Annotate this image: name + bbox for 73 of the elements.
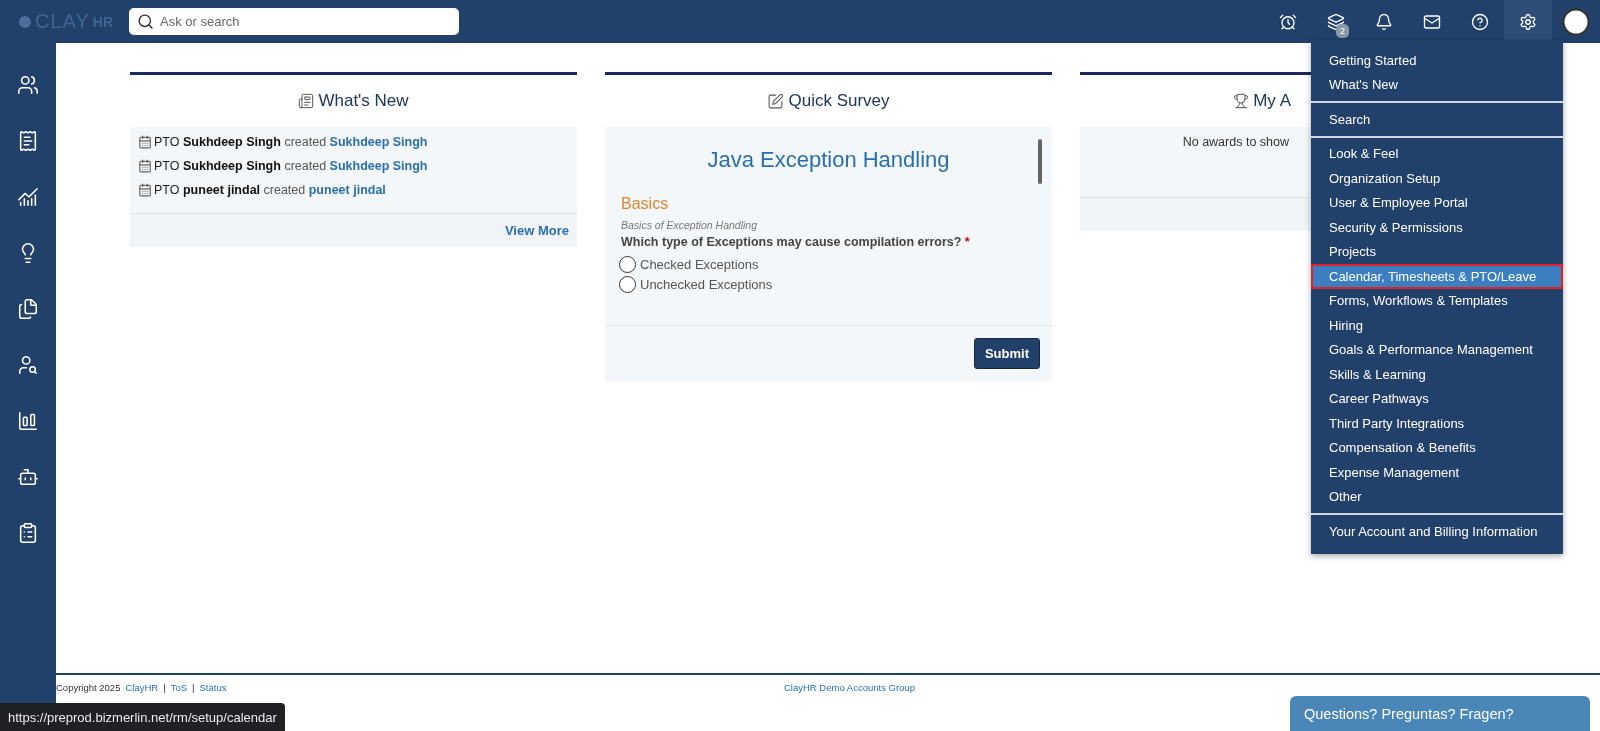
option-label: Checked Exceptions — [640, 256, 759, 272]
footer-link[interactable]: Status — [199, 682, 227, 693]
menu-item[interactable]: What's New — [1311, 72, 1563, 97]
trophy-icon — [1233, 93, 1250, 109]
count-badge: 2 — [1336, 24, 1349, 38]
menu-item[interactable]: Search — [1311, 107, 1563, 132]
bar-chart-icon — [17, 410, 39, 432]
feed-entry: PTO puneet jindal created puneet jindal — [154, 183, 386, 197]
section-title: Basics — [621, 195, 670, 213]
menu-item[interactable]: Projects — [1311, 239, 1563, 264]
menu-item[interactable]: User & Employee Portal — [1311, 190, 1563, 215]
scrollbar-thumb[interactable] — [1038, 139, 1042, 184]
menu-item[interactable]: Organization Setup — [1311, 166, 1563, 191]
menu-item[interactable]: Calendar, Timesheets & PTO/Leave — [1311, 264, 1563, 289]
calendar-icon — [138, 183, 152, 197]
user-search-icon — [17, 354, 39, 376]
radio-button[interactable] — [619, 275, 636, 293]
newspaper-icon — [298, 93, 315, 109]
menu-item[interactable]: Compensation & Benefits — [1311, 435, 1563, 460]
option-label: Unchecked Exceptions — [640, 276, 773, 292]
survey-title: Java Exception Handling — [706, 147, 951, 173]
calendar-icon — [138, 135, 152, 149]
menu-item[interactable]: Getting Started — [1311, 48, 1563, 73]
menu-item[interactable]: Other — [1311, 484, 1563, 509]
submit-button[interactable]: Submit — [973, 338, 1040, 369]
clipboard-icon — [17, 522, 39, 544]
alarm-clock-icon — [1279, 12, 1297, 31]
edit-icon — [767, 92, 785, 110]
separator: | — [192, 682, 195, 693]
view-more-link[interactable]: View More — [504, 223, 569, 238]
line-chart-icon — [17, 186, 39, 208]
section-description: Basics of Exception Handling — [621, 219, 758, 231]
menu-item[interactable]: Expense Management — [1311, 460, 1563, 485]
calendar-icon — [138, 159, 152, 173]
menu-item[interactable]: Look & Feel — [1311, 141, 1563, 166]
card-title: Quick Survey — [788, 91, 890, 111]
people-icon — [17, 74, 39, 96]
footer-link[interactable]: ToS — [170, 682, 187, 693]
chat-button[interactable]: Questions? Preguntas? Fragen? — [1290, 696, 1590, 731]
menu-item[interactable]: Hiring — [1311, 313, 1563, 338]
mail-icon — [1423, 12, 1441, 31]
menu-item[interactable]: Goals & Performance Management — [1311, 337, 1563, 362]
search-field[interactable]: Ask or search — [129, 8, 459, 35]
card-title: My A — [1253, 91, 1291, 111]
question-text: Which type of Exceptions may cause compilation errors? * — [621, 235, 971, 249]
settings-icon — [1519, 12, 1537, 31]
radio-button[interactable] — [619, 255, 636, 273]
menu-item[interactable]: Your Account and Billing Information — [1311, 519, 1563, 544]
settings-button[interactable] — [1504, 0, 1552, 43]
menu-item[interactable]: Third Party Integrations — [1311, 411, 1563, 436]
card-title: What's New — [318, 91, 409, 111]
copyright-text: Copyright 2025 — [56, 682, 121, 693]
feed-entry: PTO Sukhdeep Singh created Sukhdeep Singh — [154, 159, 428, 173]
documents-icon — [17, 298, 39, 320]
bell-icon — [1375, 12, 1393, 31]
menu-item[interactable]: Career Pathways — [1311, 386, 1563, 411]
footer-link[interactable]: ClayHR — [125, 682, 159, 693]
menu-item[interactable]: Security & Permissions — [1311, 215, 1563, 240]
organization-name: ClayHR Demo Accounts Group — [783, 682, 915, 693]
help-icon — [1471, 12, 1489, 31]
search-icon — [137, 13, 154, 30]
menu-item[interactable]: Skills & Learning — [1311, 362, 1563, 387]
menu-item[interactable]: Forms, Workflows & Templates — [1311, 288, 1563, 313]
user-avatar-icon — [1561, 6, 1591, 37]
separator: | — [163, 682, 166, 693]
feed-entry: PTO Sukhdeep Singh created Sukhdeep Singh — [154, 135, 428, 149]
person-link[interactable]: Sukhdeep Singh — [329, 159, 428, 173]
person-link[interactable]: puneet jindal — [308, 183, 386, 197]
empty-message: No awards to show — [1182, 135, 1289, 149]
receipt-icon — [17, 130, 39, 152]
person-link[interactable]: Sukhdeep Singh — [329, 135, 428, 149]
robot-icon — [17, 466, 39, 488]
status-url-tooltip: https://preprod.bizmerlin.net/rm/setup/calendar — [0, 703, 285, 731]
